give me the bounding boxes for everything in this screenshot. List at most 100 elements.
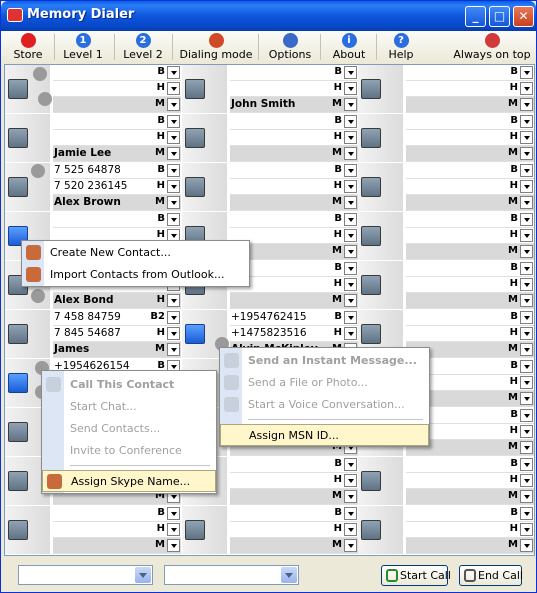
number-select-combo[interactable]: [164, 565, 299, 585]
menu-item[interactable]: Send a File or Photo...: [220, 372, 429, 394]
speed-dial-button[interactable]: [185, 79, 205, 99]
chevron-down-icon[interactable]: [167, 507, 180, 520]
chevron-down-icon[interactable]: [520, 458, 533, 471]
menu-item[interactable]: Send Contacts...: [42, 418, 216, 440]
start-call-button[interactable]: Start Call: [381, 565, 451, 586]
chevron-down-icon[interactable]: [344, 82, 357, 95]
chevron-down-icon[interactable]: [520, 343, 533, 356]
chevron-down-icon[interactable]: [520, 392, 533, 405]
number-row[interactable]: H: [406, 179, 534, 195]
chevron-down-icon[interactable]: [167, 213, 180, 226]
speed-dial-button[interactable]: [185, 177, 205, 197]
number-row[interactable]: B: [53, 506, 181, 522]
speed-dial-button[interactable]: [8, 373, 28, 393]
toolbar-button-8[interactable]: Always on top: [451, 31, 533, 63]
number-row[interactable]: B: [406, 457, 534, 473]
menu-item[interactable]: Create New Contact...: [22, 242, 249, 264]
chevron-down-icon[interactable]: [520, 490, 533, 503]
chevron-down-icon[interactable]: [344, 262, 357, 275]
toolbar-button-2[interactable]: 1 Level 1: [59, 31, 107, 63]
chevron-down-icon[interactable]: [520, 294, 533, 307]
number-row[interactable]: B: [230, 506, 358, 522]
chevron-down-icon[interactable]: [520, 327, 533, 340]
chevron-down-icon[interactable]: [167, 164, 180, 177]
chevron-down-icon[interactable]: [344, 490, 357, 503]
menu-item[interactable]: Start a Voice Conversation...: [220, 394, 429, 416]
chevron-down-icon[interactable]: [520, 474, 533, 487]
chevron-down-icon[interactable]: [167, 98, 180, 111]
speed-dial-slot[interactable]: [5, 310, 50, 358]
number-row[interactable]: H: [53, 522, 181, 538]
number-row[interactable]: H: [406, 522, 534, 538]
chevron-down-icon[interactable]: [167, 327, 180, 340]
chevron-down-icon[interactable]: [520, 425, 533, 438]
speed-dial-slot[interactable]: [358, 457, 403, 505]
number-row[interactable]: B: [406, 310, 534, 326]
number-row[interactable]: B: [406, 261, 534, 277]
end-call-button[interactable]: End Call: [459, 565, 523, 586]
speed-dial-button[interactable]: [8, 128, 28, 148]
number-row[interactable]: M: [230, 538, 358, 554]
chevron-down-icon[interactable]: [344, 311, 357, 324]
chevron-down-icon[interactable]: [344, 245, 357, 258]
menu-item[interactable]: Import Contacts from Outlook...: [22, 264, 249, 286]
menu-item[interactable]: Start Chat...: [42, 396, 216, 418]
chevron-down-icon[interactable]: [167, 311, 180, 324]
number-row[interactable]: B: [406, 163, 534, 179]
chevron-down-icon[interactable]: [344, 147, 357, 160]
number-row[interactable]: B: [230, 114, 358, 130]
speed-dial-button[interactable]: [8, 324, 28, 344]
toolbar-button-1[interactable]: Store: [5, 31, 51, 63]
title-bar[interactable]: Memory Dialer _ □ ✕: [1, 1, 536, 31]
number-row[interactable]: M: [406, 146, 534, 162]
chevron-down-icon[interactable]: [520, 523, 533, 536]
speed-dial-slot[interactable]: [358, 506, 403, 554]
number-row[interactable]: H: [406, 326, 534, 342]
speed-dial-slot[interactable]: [182, 114, 227, 162]
chevron-down-icon[interactable]: [520, 66, 533, 79]
number-row[interactable]: H: [230, 522, 358, 538]
number-row[interactable]: M: [406, 293, 534, 309]
speed-dial-button[interactable]: [8, 520, 28, 540]
number-row[interactable]: B: [230, 163, 358, 179]
close-button[interactable]: ✕: [513, 6, 534, 27]
number-row[interactable]: B: [406, 212, 534, 228]
speed-dial-slot[interactable]: [358, 114, 403, 162]
speed-dial-slot[interactable]: [5, 114, 50, 162]
chevron-down-icon[interactable]: [167, 180, 180, 193]
speed-dial-slot[interactable]: [5, 506, 50, 554]
number-row[interactable]: M: [53, 97, 181, 113]
number-row[interactable]: +1954762415 B: [230, 310, 358, 326]
number-row[interactable]: H: [53, 130, 181, 146]
speed-dial-button[interactable]: [185, 324, 205, 344]
number-row[interactable]: H: [230, 130, 358, 146]
number-row[interactable]: H: [230, 179, 358, 195]
number-row[interactable]: James M: [53, 342, 181, 358]
chevron-down-icon[interactable]: [344, 278, 357, 291]
speed-dial-slot[interactable]: [358, 261, 403, 309]
chevron-down-icon[interactable]: [520, 98, 533, 111]
number-row[interactable]: B: [406, 114, 534, 130]
number-row[interactable]: M: [230, 489, 358, 505]
maximize-button[interactable]: □: [489, 6, 510, 27]
chevron-down-icon[interactable]: [520, 360, 533, 373]
chevron-down-icon[interactable]: [520, 311, 533, 324]
chevron-down-icon[interactable]: [344, 523, 357, 536]
number-row[interactable]: M: [406, 244, 534, 260]
chevron-down-icon[interactable]: [167, 196, 180, 209]
speed-dial-button[interactable]: [8, 177, 28, 197]
number-row[interactable]: +1475823516 H: [230, 326, 358, 342]
number-row[interactable]: B: [53, 65, 181, 81]
number-row[interactable]: M: [230, 195, 358, 211]
number-row[interactable]: M: [230, 293, 358, 309]
number-row[interactable]: 7 458 84759 B2: [53, 310, 181, 326]
chevron-down-icon[interactable]: [344, 164, 357, 177]
chevron-down-icon[interactable]: [344, 180, 357, 193]
chevron-down-icon[interactable]: [520, 115, 533, 128]
number-row[interactable]: B: [53, 114, 181, 130]
chevron-down-icon[interactable]: [520, 376, 533, 389]
chevron-down-icon[interactable]: [344, 66, 357, 79]
chevron-down-icon[interactable]: [344, 115, 357, 128]
minimize-button[interactable]: _: [465, 6, 486, 27]
chevron-down-icon[interactable]: [344, 229, 357, 242]
